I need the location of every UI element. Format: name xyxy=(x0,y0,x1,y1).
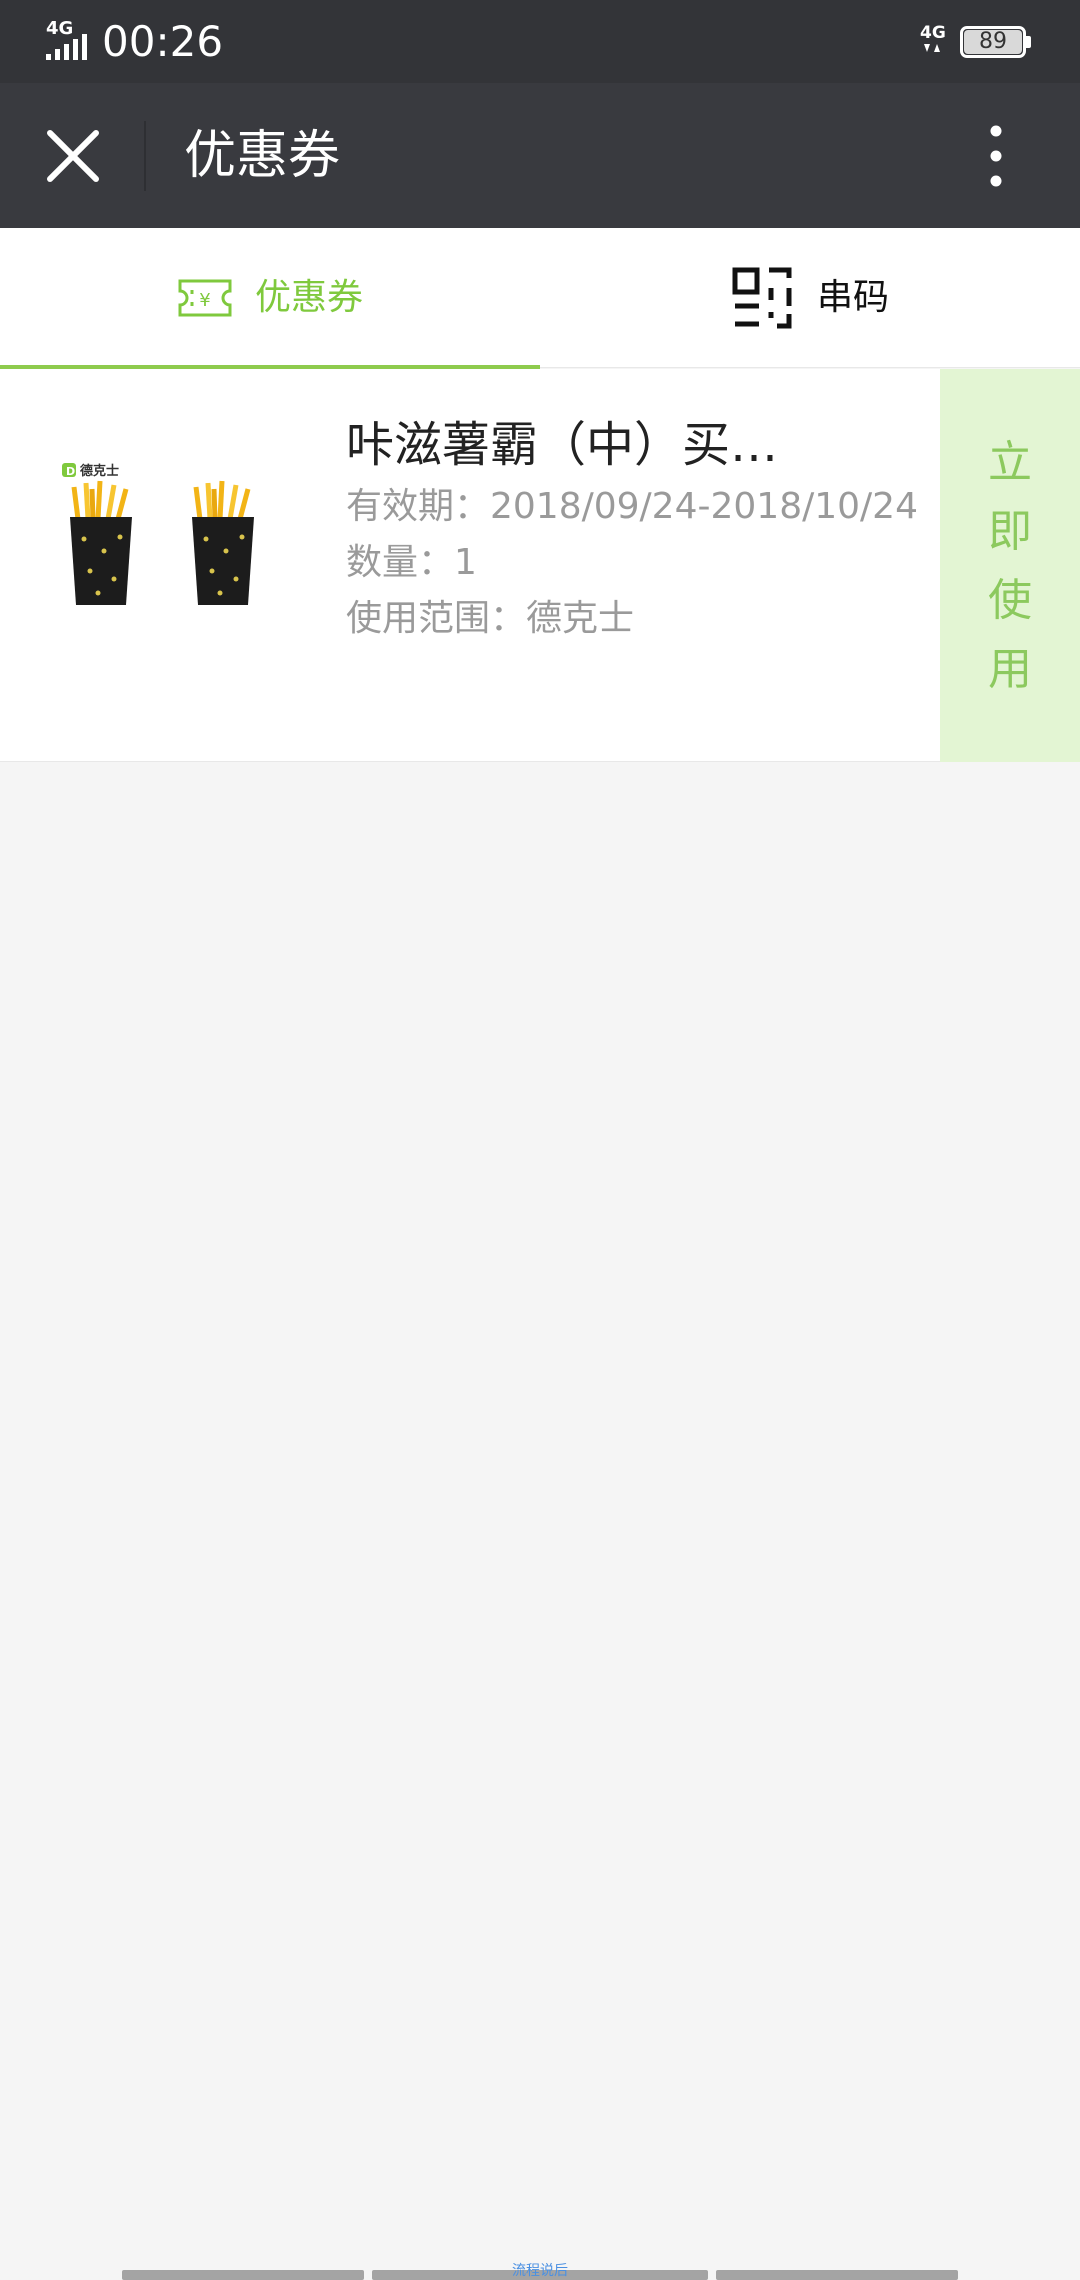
battery-level: 89 xyxy=(979,29,1007,54)
status-time: 00:26 xyxy=(102,17,224,66)
battery-indicator: 89 xyxy=(960,26,1032,58)
fries-product-image: D 德克士 xyxy=(62,463,254,605)
title-divider xyxy=(144,121,146,191)
coupon-name: 咔滋薯霸（中）买… xyxy=(346,417,779,473)
use-now-label: 立即使用 xyxy=(988,436,1032,695)
bottom-bar-right xyxy=(716,2270,958,2280)
tab-bar: ¥ 优惠券 串码 xyxy=(0,228,1080,369)
coupon-card[interactable]: D 德克士 咔滋薯霸（中）买… 有效期：2018/09/24-2018/10/2… xyxy=(0,369,1080,762)
coupon-quantity: 数量：1 xyxy=(346,542,477,583)
signal-icon: 4G xyxy=(46,18,87,60)
svg-text:4G: 4G xyxy=(46,18,73,39)
tab-coupon[interactable]: ¥ 优惠券 xyxy=(0,228,540,369)
page-title: 优惠券 xyxy=(184,126,341,186)
network-icon: 4G xyxy=(920,23,946,52)
close-icon[interactable] xyxy=(38,121,108,191)
svg-text:4G: 4G xyxy=(920,23,946,43)
tab-serial-code[interactable]: 串码 xyxy=(540,228,1080,368)
svg-text:¥: ¥ xyxy=(199,290,210,311)
title-bar: 优惠券 xyxy=(0,83,1080,228)
qr-code-icon xyxy=(732,267,792,329)
use-now-button[interactable]: 立即使用 xyxy=(940,369,1080,762)
brand-logo-text: 德克士 xyxy=(80,463,119,479)
coupon-info: 咔滋薯霸（中）买… 有效期：2018/09/24-2018/10/24 数量：1… xyxy=(346,411,936,647)
bottom-hint-text: 流程说后 xyxy=(512,2263,568,2279)
fries-right-icon xyxy=(192,480,254,605)
status-bar: 4G 00:26 4G 89 xyxy=(0,0,1080,83)
tab-coupon-label: 优惠券 xyxy=(254,277,363,318)
coupon-validity: 有效期：2018/09/24-2018/10/24 xyxy=(346,486,918,527)
fries-left-icon xyxy=(70,480,132,605)
bottom-bar-left xyxy=(122,2270,364,2280)
tab-serial-code-label: 串码 xyxy=(816,277,889,318)
svg-text:D: D xyxy=(66,465,75,478)
coupon-icon: ¥ xyxy=(178,279,232,317)
more-options-icon[interactable] xyxy=(976,121,1016,191)
coupon-scope: 使用范围：德克士 xyxy=(346,598,635,639)
